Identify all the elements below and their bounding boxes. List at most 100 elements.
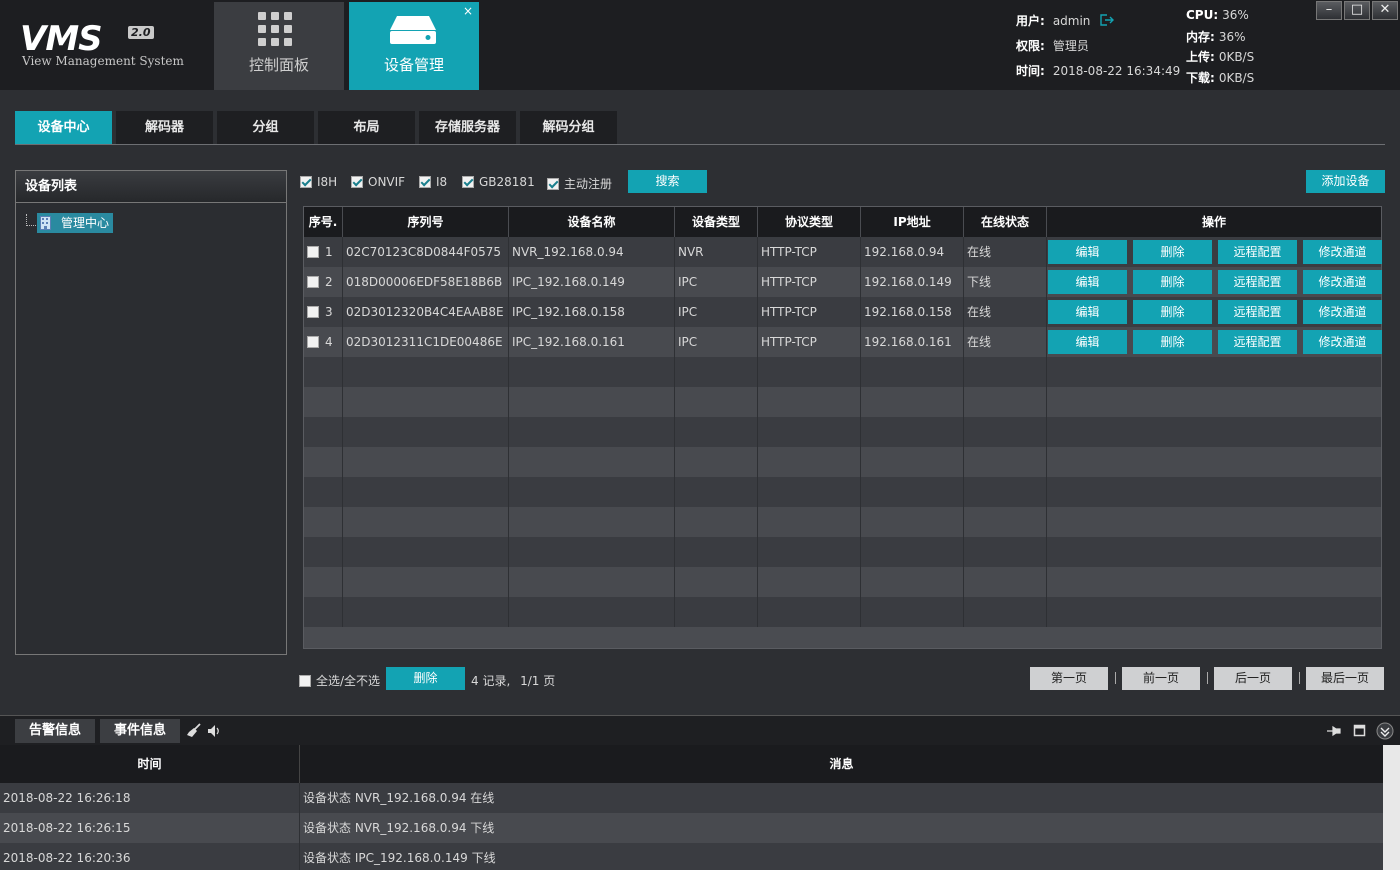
modify-channel-button[interactable]: 修改通道	[1303, 240, 1382, 264]
select-all-label: 全选/全不选	[316, 674, 381, 688]
table-row-empty	[304, 477, 1381, 507]
filter-active-register[interactable]: 主动注册	[547, 175, 612, 192]
table-row[interactable]: 2 018D00006EDF58E18B6B IPC_192.168.0.149 IP…	[304, 267, 1382, 297]
maximize-button[interactable]: □	[1344, 1, 1370, 20]
cell-ops	[1047, 417, 1381, 447]
select-all-toggle[interactable]: 全选/全不选	[299, 672, 380, 689]
log-time: 2018-08-22 16:20:36	[0, 843, 300, 870]
table-row[interactable]: 4 02D3012311C1DE00486E IPC_192.168.0.161 IP…	[304, 327, 1382, 357]
remote-config-button[interactable]: 远程配置	[1218, 240, 1297, 264]
restore-icon[interactable]	[1353, 724, 1366, 737]
subtab-storage-server[interactable]: 存储服务器	[419, 111, 516, 144]
row-checkbox[interactable]	[307, 336, 319, 348]
add-device-button[interactable]: 添加设备	[1306, 170, 1385, 193]
cell-type	[675, 447, 758, 477]
log-panel: 告警信息 事件信息 时间 消息 2018-08-22 16:26:18 设备状态…	[0, 715, 1400, 870]
checkbox-active-register[interactable]	[547, 177, 559, 190]
log-row[interactable]: 2018-08-22 16:26:18 设备状态 NVR_192.168.0.94…	[0, 783, 1383, 813]
log-row[interactable]: 2018-08-22 16:20:36 设备状态 IPC_192.168.0.14…	[0, 843, 1383, 870]
tab-device-management[interactable]: 设备管理 ×	[349, 2, 479, 90]
delete-selected-button[interactable]: 删除	[386, 667, 465, 690]
prev-page-button[interactable]: 前一页	[1122, 667, 1200, 690]
cell-serial: 02D3012311C1DE00486E	[343, 327, 509, 357]
edit-button[interactable]: 编辑	[1048, 240, 1127, 264]
last-page-button[interactable]: 最后一页	[1306, 667, 1384, 690]
cell-name	[509, 477, 675, 507]
log-row[interactable]: 2018-08-22 16:26:15 设备状态 NVR_192.168.0.94…	[0, 813, 1383, 843]
subtab-decode-group[interactable]: 解码分组	[520, 111, 617, 144]
search-button[interactable]: 搜索	[628, 170, 707, 193]
modify-channel-button[interactable]: 修改通道	[1303, 330, 1382, 354]
filter-onvif[interactable]: ONVIF	[351, 175, 405, 189]
edit-button[interactable]: 编辑	[1048, 300, 1127, 324]
table-row-empty	[304, 567, 1381, 597]
cell-serial	[343, 507, 509, 537]
first-page-button[interactable]: 第一页	[1030, 667, 1108, 690]
checkbox-onvif[interactable]	[351, 176, 363, 188]
cell-no	[304, 387, 343, 417]
checkbox-i8h[interactable]	[300, 176, 312, 188]
cell-serial	[343, 387, 509, 417]
log-table: 时间 消息 2018-08-22 16:26:18 设备状态 NVR_192.16…	[0, 745, 1383, 870]
vms-app: VMS 2.0 View Management System 控制面板 设备管理…	[0, 0, 1400, 870]
close-window-button[interactable]: ✕	[1372, 1, 1398, 20]
cell-ip	[861, 417, 964, 447]
row-checkbox[interactable]	[307, 276, 319, 288]
vms-logo: VMS 2.0 View Management System	[20, 22, 200, 72]
delete-button[interactable]: 删除	[1133, 300, 1212, 324]
filter-onvif-label: ONVIF	[368, 175, 406, 189]
delete-button[interactable]: 删除	[1133, 240, 1212, 264]
modify-channel-button[interactable]: 修改通道	[1303, 270, 1382, 294]
next-page-button[interactable]: 后一页	[1214, 667, 1292, 690]
logout-icon[interactable]	[1100, 14, 1115, 26]
cell-ip: 192.168.0.158	[861, 297, 964, 327]
table-row[interactable]: 1 02C70123C8D0844F0575 NVR_192.168.0.94 NVR…	[304, 237, 1382, 267]
log-time: 2018-08-22 16:26:18	[0, 783, 300, 813]
table-row-empty	[304, 537, 1381, 567]
table-row-empty	[304, 507, 1381, 537]
edit-button[interactable]: 编辑	[1048, 270, 1127, 294]
row-checkbox[interactable]	[307, 306, 319, 318]
remote-config-button[interactable]: 远程配置	[1218, 270, 1297, 294]
filter-i8h[interactable]: I8H	[300, 175, 337, 189]
user-label: 用户:	[1016, 14, 1045, 28]
checkbox-i8[interactable]	[419, 176, 431, 188]
filter-i8[interactable]: I8	[419, 175, 447, 189]
cpu-value: 36%	[1222, 8, 1249, 22]
role-label: 权限:	[1016, 39, 1045, 53]
checkbox-gb28181[interactable]	[462, 176, 474, 188]
tree-node-management-center[interactable]: 管理中心	[37, 213, 114, 233]
tab-event-info[interactable]: 事件信息	[100, 719, 180, 743]
minimize-button[interactable]: –	[1316, 1, 1342, 20]
collapse-icon[interactable]	[1376, 722, 1394, 740]
checkbox-select-all[interactable]	[299, 674, 311, 687]
remote-config-button[interactable]: 远程配置	[1218, 300, 1297, 324]
filter-gb28181[interactable]: GB28181	[462, 175, 535, 189]
subtab-group[interactable]: 分组	[217, 111, 314, 144]
pin-icon[interactable]	[1326, 724, 1342, 738]
table-row[interactable]: 3 02D3012320B4C4EAAB8E IPC_192.168.0.158 IP…	[304, 297, 1382, 327]
cell-protocol: HTTP-TCP	[758, 267, 861, 297]
subtab-decoder[interactable]: 解码器	[116, 111, 213, 144]
cell-name	[509, 537, 675, 567]
tab-device-label: 设备管理	[383, 56, 444, 74]
log-scrollbar[interactable]	[1383, 745, 1400, 870]
edit-button[interactable]: 编辑	[1048, 330, 1127, 354]
close-tab-icon[interactable]: ×	[463, 5, 473, 17]
remote-config-button[interactable]: 远程配置	[1218, 330, 1297, 354]
broom-icon[interactable]	[186, 723, 202, 739]
delete-button[interactable]: 删除	[1133, 270, 1212, 294]
device-list-title: 设备列表	[16, 171, 286, 203]
tab-dashboard[interactable]: 控制面板	[214, 2, 344, 90]
log-header-message: 消息	[300, 745, 1383, 783]
modify-channel-button[interactable]: 修改通道	[1303, 300, 1382, 324]
cell-name	[509, 357, 675, 387]
speaker-icon[interactable]	[207, 724, 221, 738]
tab-alarm-info[interactable]: 告警信息	[15, 719, 95, 743]
subtab-layout[interactable]: 布局	[318, 111, 415, 144]
table-row-empty	[304, 357, 1381, 387]
delete-button[interactable]: 删除	[1133, 330, 1212, 354]
subtab-device-center[interactable]: 设备中心	[15, 111, 112, 144]
row-checkbox[interactable]	[307, 246, 319, 258]
mem-value: 36%	[1218, 30, 1246, 44]
